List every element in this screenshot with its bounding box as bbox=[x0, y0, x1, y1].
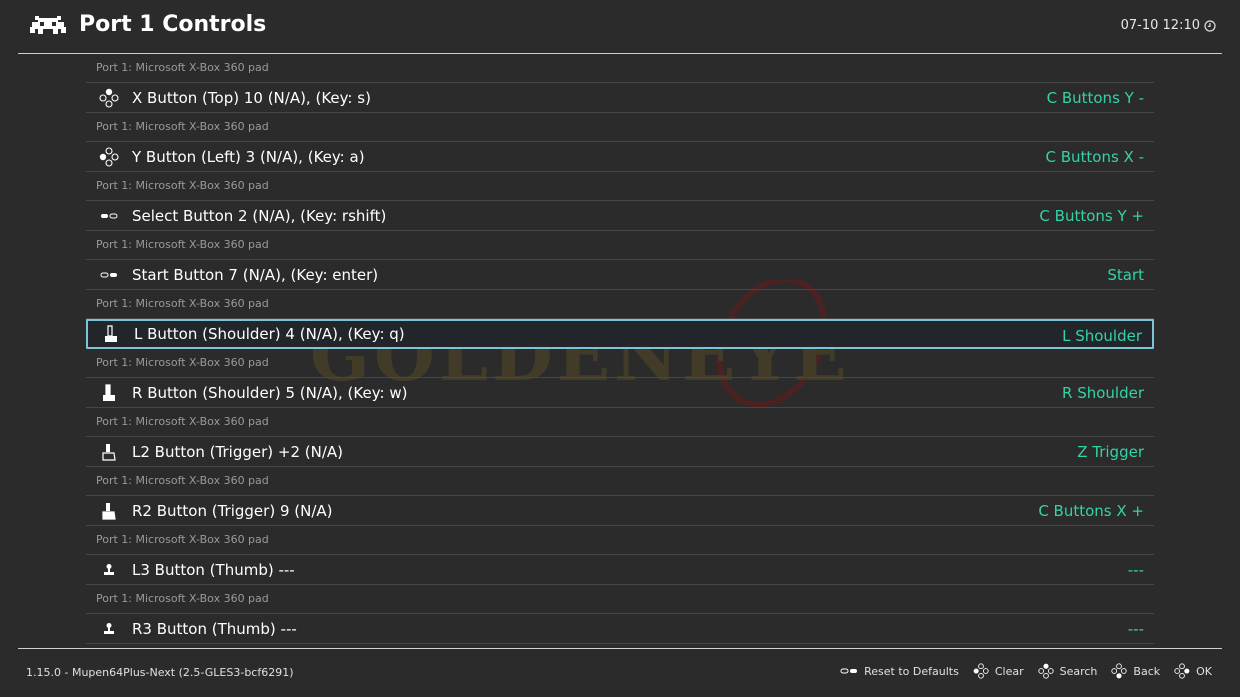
start-button-icon bbox=[86, 260, 132, 290]
row-value: C Buttons Y + bbox=[1039, 207, 1144, 225]
row-sublabel: Port 1: Microsoft X-Box 360 pad bbox=[86, 113, 1154, 142]
header: Port 1 Controls 07-10 12:10 bbox=[0, 0, 1240, 54]
row-sublabel: Port 1: Microsoft X-Box 360 pad bbox=[86, 290, 1154, 319]
input-binding-row[interactable]: L3 Button (Thumb) --- --- bbox=[86, 555, 1154, 585]
row-label: Y Button (Left) 3 (N/A), (Key: a) bbox=[132, 147, 365, 166]
row-label: L3 Button (Thumb) --- bbox=[132, 560, 295, 579]
row-sublabel: Port 1: Microsoft X-Box 360 pad bbox=[86, 408, 1154, 437]
select-button-icon bbox=[86, 201, 132, 231]
face-buttons-right-icon bbox=[1174, 663, 1190, 679]
row-label: R2 Button (Trigger) 9 (N/A) bbox=[132, 501, 333, 520]
footer-action-label: Back bbox=[1133, 664, 1161, 678]
clock-icon bbox=[1204, 19, 1216, 32]
footer-action-label: Reset to Defaults bbox=[864, 664, 959, 678]
input-binding-row[interactable]: L Button (Shoulder) 4 (N/A), (Key: q) L S… bbox=[86, 319, 1154, 349]
version-text: 1.15.0 - Mupen64Plus-Next (2.5-GLES3-bcf… bbox=[26, 666, 294, 679]
footer-actions: Reset to Defaults Clear Search Back OK bbox=[840, 663, 1212, 679]
input-binding-row[interactable]: L2 Button (Trigger) +2 (N/A) Z Trigger bbox=[86, 437, 1154, 467]
footer-action-label: Search bbox=[1059, 664, 1098, 678]
right-shoulder-icon bbox=[86, 378, 132, 408]
face-buttons-top-icon bbox=[1037, 663, 1054, 679]
row-value: C Buttons Y - bbox=[1046, 89, 1144, 107]
row-value: --- bbox=[1127, 620, 1144, 638]
left-shoulder-icon bbox=[88, 319, 134, 349]
row-sublabel: Port 1: Microsoft X-Box 360 pad bbox=[86, 349, 1154, 378]
row-sublabel: Port 1: Microsoft X-Box 360 pad bbox=[86, 585, 1154, 614]
clock: 07-10 12:10 bbox=[1121, 18, 1216, 33]
row-label: Start Button 7 (N/A), (Key: enter) bbox=[132, 265, 379, 284]
right-trigger-icon bbox=[86, 496, 132, 526]
row-sublabel: Port 1: Microsoft X-Box 360 pad bbox=[86, 231, 1154, 260]
face-buttons-left-icon bbox=[86, 142, 132, 172]
right-thumb-icon bbox=[86, 614, 132, 644]
input-binding-row[interactable]: R2 Button (Trigger) 9 (N/A) C Buttons X + bbox=[86, 496, 1154, 526]
footer-action-reset-to-defaults[interactable]: Reset to Defaults bbox=[840, 665, 959, 678]
row-sublabel: Port 1: Microsoft X-Box 360 pad bbox=[86, 467, 1154, 496]
retroarch-invader-icon bbox=[30, 16, 66, 34]
left-thumb-icon bbox=[86, 555, 132, 585]
start-button-icon bbox=[840, 667, 858, 675]
footer-action-search[interactable]: Search bbox=[1037, 663, 1098, 679]
input-binding-row[interactable]: Y Button (Left) 3 (N/A), (Key: a) C Butto… bbox=[86, 142, 1154, 172]
face-buttons-top-icon bbox=[86, 83, 132, 113]
footer: 1.15.0 - Mupen64Plus-Next (2.5-GLES3-bcf… bbox=[0, 649, 1240, 697]
row-value: R Shoulder bbox=[1062, 384, 1144, 402]
row-value: Start bbox=[1107, 266, 1144, 284]
face-buttons-bottom-icon bbox=[1111, 663, 1128, 679]
input-binding-row[interactable]: X Button (Top) 10 (N/A), (Key: s) C Butto… bbox=[86, 83, 1154, 113]
footer-action-label: OK bbox=[1196, 664, 1212, 678]
clock-text: 07-10 12:10 bbox=[1120, 18, 1200, 33]
row-value: C Buttons X - bbox=[1045, 148, 1144, 166]
row-value: --- bbox=[1127, 561, 1144, 579]
row-value: L Shoulder bbox=[1062, 327, 1142, 345]
row-label: R Button (Shoulder) 5 (N/A), (Key: w) bbox=[132, 383, 408, 402]
footer-action-ok[interactable]: OK bbox=[1174, 663, 1212, 679]
input-binding-row[interactable]: R Button (Shoulder) 5 (N/A), (Key: w) R S… bbox=[86, 378, 1154, 408]
row-label: L2 Button (Trigger) +2 (N/A) bbox=[132, 442, 344, 461]
row-sublabel: Port 1: Microsoft X-Box 360 pad bbox=[86, 526, 1154, 555]
left-trigger-icon bbox=[86, 437, 132, 467]
input-binding-row[interactable]: R3 Button (Thumb) --- --- bbox=[86, 614, 1154, 644]
row-label: X Button (Top) 10 (N/A), (Key: s) bbox=[132, 88, 371, 107]
row-value: C Buttons X + bbox=[1038, 502, 1144, 520]
page-title: Port 1 Controls bbox=[79, 12, 267, 37]
row-value: Z Trigger bbox=[1077, 443, 1144, 461]
row-sublabel: Port 1: Microsoft X-Box 360 pad bbox=[86, 54, 1154, 83]
row-label: R3 Button (Thumb) --- bbox=[132, 619, 297, 638]
settings-list: Port 1: Microsoft X-Box 360 pad X Button … bbox=[86, 54, 1154, 648]
input-binding-row[interactable]: Start Button 7 (N/A), (Key: enter) Start bbox=[86, 260, 1154, 290]
footer-action-clear[interactable]: Clear bbox=[973, 663, 1024, 679]
input-binding-row[interactable]: Select Button 2 (N/A), (Key: rshift) C Bu… bbox=[86, 201, 1154, 231]
footer-action-label: Clear bbox=[994, 664, 1024, 678]
row-label: L Button (Shoulder) 4 (N/A), (Key: q) bbox=[134, 325, 405, 343]
footer-action-back[interactable]: Back bbox=[1111, 663, 1160, 679]
face-buttons-left-icon bbox=[973, 663, 989, 679]
row-label: Select Button 2 (N/A), (Key: rshift) bbox=[132, 206, 387, 225]
row-sublabel: Port 1: Microsoft X-Box 360 pad bbox=[86, 172, 1154, 201]
